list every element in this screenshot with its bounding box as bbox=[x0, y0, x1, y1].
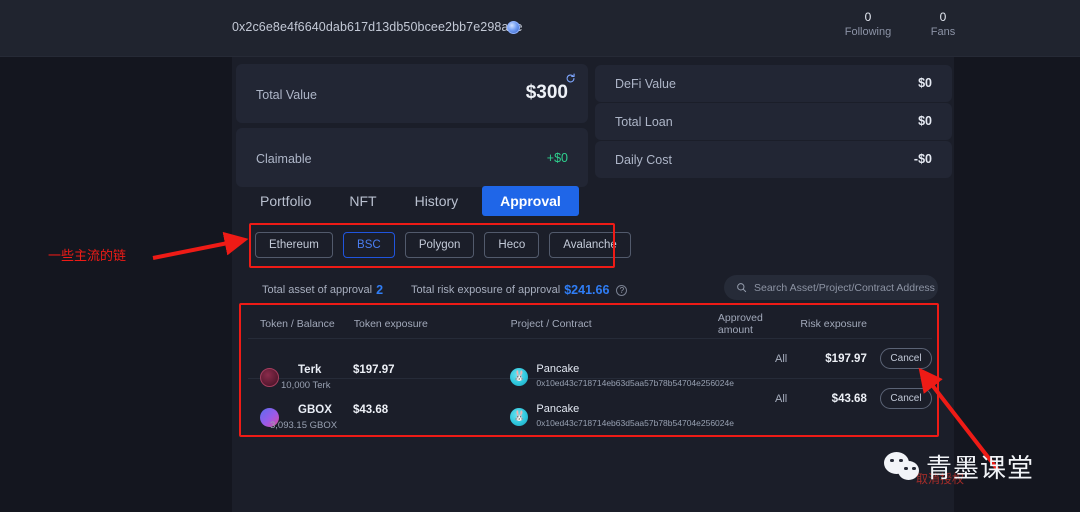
claimable-card: Claimable +$0 bbox=[236, 128, 588, 187]
pancake-icon: 🐰 bbox=[510, 367, 529, 386]
contract-address[interactable]: 0x10ed43c718714eb63d5aa57b78b54704e25602… bbox=[536, 418, 734, 428]
total-loan-amount: $0 bbox=[918, 114, 932, 128]
column-header-project-contract: Project / Contract bbox=[510, 318, 592, 330]
wechat-icon bbox=[884, 451, 924, 482]
approval-table: Token / Balance Token exposure Project /… bbox=[248, 310, 932, 431]
claimable-amount: +$0 bbox=[546, 151, 568, 165]
daily-cost-label: Daily Cost bbox=[615, 153, 672, 167]
defi-value-label: DeFi Value bbox=[615, 77, 676, 91]
pancake-icon: 🐰 bbox=[510, 407, 529, 426]
fans-label: Fans bbox=[930, 26, 956, 38]
approval-summary: Total asset of approval 2 Total risk exp… bbox=[262, 283, 628, 297]
contract-address[interactable]: 0x10ed43c718714eb63d5aa57b78b54704e25602… bbox=[536, 378, 734, 388]
question-mark-icon[interactable]: ? bbox=[616, 284, 628, 296]
watermark: 青墨课堂 bbox=[884, 448, 1034, 485]
table-row: Terk 10,000 Terk $197.97 🐰 Pancake 0x10e… bbox=[248, 338, 932, 391]
total-loan-card: Total Loan $0 bbox=[595, 103, 952, 140]
column-header-approved-amount: Approved amount bbox=[717, 312, 763, 336]
daily-cost-card: Daily Cost -$0 bbox=[595, 141, 952, 178]
cancel-button[interactable]: Cancel bbox=[880, 388, 932, 409]
total-value-card: Total Value $300 bbox=[236, 64, 588, 123]
project-name: Pancake bbox=[536, 362, 580, 375]
approved-amount: All bbox=[775, 392, 788, 405]
tab-portfolio[interactable]: Portfolio bbox=[246, 186, 325, 216]
following-stat[interactable]: 0 Following bbox=[833, 9, 903, 40]
token-balance: 10,000 Terk bbox=[281, 379, 331, 391]
risk-exposure: $197.97 bbox=[825, 352, 867, 365]
table-header-row: Token / Balance Token exposure Project /… bbox=[248, 310, 932, 338]
following-count: 0 bbox=[864, 10, 872, 24]
main-tabs: Portfolio NFT History Approval bbox=[246, 186, 589, 216]
arrow-to-chains bbox=[152, 231, 249, 260]
defi-value-card: DeFi Value $0 bbox=[595, 65, 952, 102]
tab-nft[interactable]: NFT bbox=[335, 186, 390, 216]
search-icon bbox=[737, 283, 747, 293]
chain-button-bsc[interactable]: BSC bbox=[342, 232, 395, 258]
tab-approval[interactable]: Approval bbox=[482, 186, 579, 216]
watermark-brand: 青墨课堂 bbox=[926, 454, 1035, 484]
chain-button-heco[interactable]: Heco bbox=[484, 232, 540, 258]
search-container[interactable] bbox=[724, 275, 938, 300]
risk-exposure: $43.68 bbox=[831, 392, 867, 405]
chain-button-polygon[interactable]: Polygon bbox=[404, 232, 475, 258]
token-balance: 3,093.15 GBOX bbox=[270, 419, 338, 431]
daily-cost-amount: -$0 bbox=[913, 152, 932, 166]
search-input[interactable] bbox=[754, 281, 938, 294]
chain-button-ethereum[interactable]: Ethereum bbox=[255, 232, 333, 258]
total-asset-value: 2 bbox=[376, 283, 384, 297]
claimable-label: Claimable bbox=[256, 152, 312, 166]
refresh-icon[interactable] bbox=[565, 73, 576, 84]
total-asset-label: Total asset of approval bbox=[262, 284, 373, 296]
total-risk-label: Total risk exposure of approval bbox=[411, 284, 561, 296]
token-name: Terk bbox=[298, 363, 322, 376]
tab-history[interactable]: History bbox=[401, 186, 473, 216]
project-name: Pancake bbox=[536, 402, 580, 415]
total-value-amount: $300 bbox=[525, 82, 568, 103]
approved-amount: All bbox=[775, 352, 788, 365]
row-action-cell: Cancel bbox=[867, 348, 932, 369]
total-loan-label: Total Loan bbox=[615, 115, 673, 129]
total-value-label: Total Value bbox=[256, 88, 317, 102]
fans-count: 0 bbox=[939, 10, 947, 24]
total-risk-value: $241.66 bbox=[564, 283, 610, 297]
top-header: 0x2c6e8e4f6640dab617d13db50bcee2bb7e298a… bbox=[0, 0, 1080, 57]
following-label: Following bbox=[844, 26, 892, 38]
chain-selector: Ethereum BSC Polygon Heco Avalanche bbox=[255, 232, 631, 258]
cancel-button[interactable]: Cancel bbox=[880, 348, 932, 369]
token-exposure-value: $43.68 bbox=[352, 403, 389, 416]
row-action-cell: Cancel bbox=[867, 388, 932, 409]
column-header-risk-exposure: Risk exposure bbox=[800, 318, 867, 330]
token-exposure-value: $197.97 bbox=[352, 363, 395, 376]
column-header-token-balance: Token / Balance bbox=[260, 318, 335, 330]
chains-annotation-label: 一些主流的链 bbox=[48, 249, 127, 264]
column-header-token-exposure: Token exposure bbox=[353, 318, 428, 330]
chain-button-avalanche[interactable]: Avalanche bbox=[549, 232, 631, 258]
defi-value-amount: $0 bbox=[918, 76, 932, 90]
fans-stat[interactable]: 0 Fans bbox=[908, 9, 978, 40]
token-badge-icon bbox=[507, 21, 520, 34]
wallet-address[interactable]: 0x2c6e8e4f6640dab617d13db50bcee2bb7e298a… bbox=[232, 20, 523, 34]
terk-token-icon bbox=[260, 367, 279, 387]
app-root: 0x2c6e8e4f6640dab617d13db50bcee2bb7e298a… bbox=[0, 0, 1080, 512]
token-name: GBOX bbox=[298, 403, 332, 416]
